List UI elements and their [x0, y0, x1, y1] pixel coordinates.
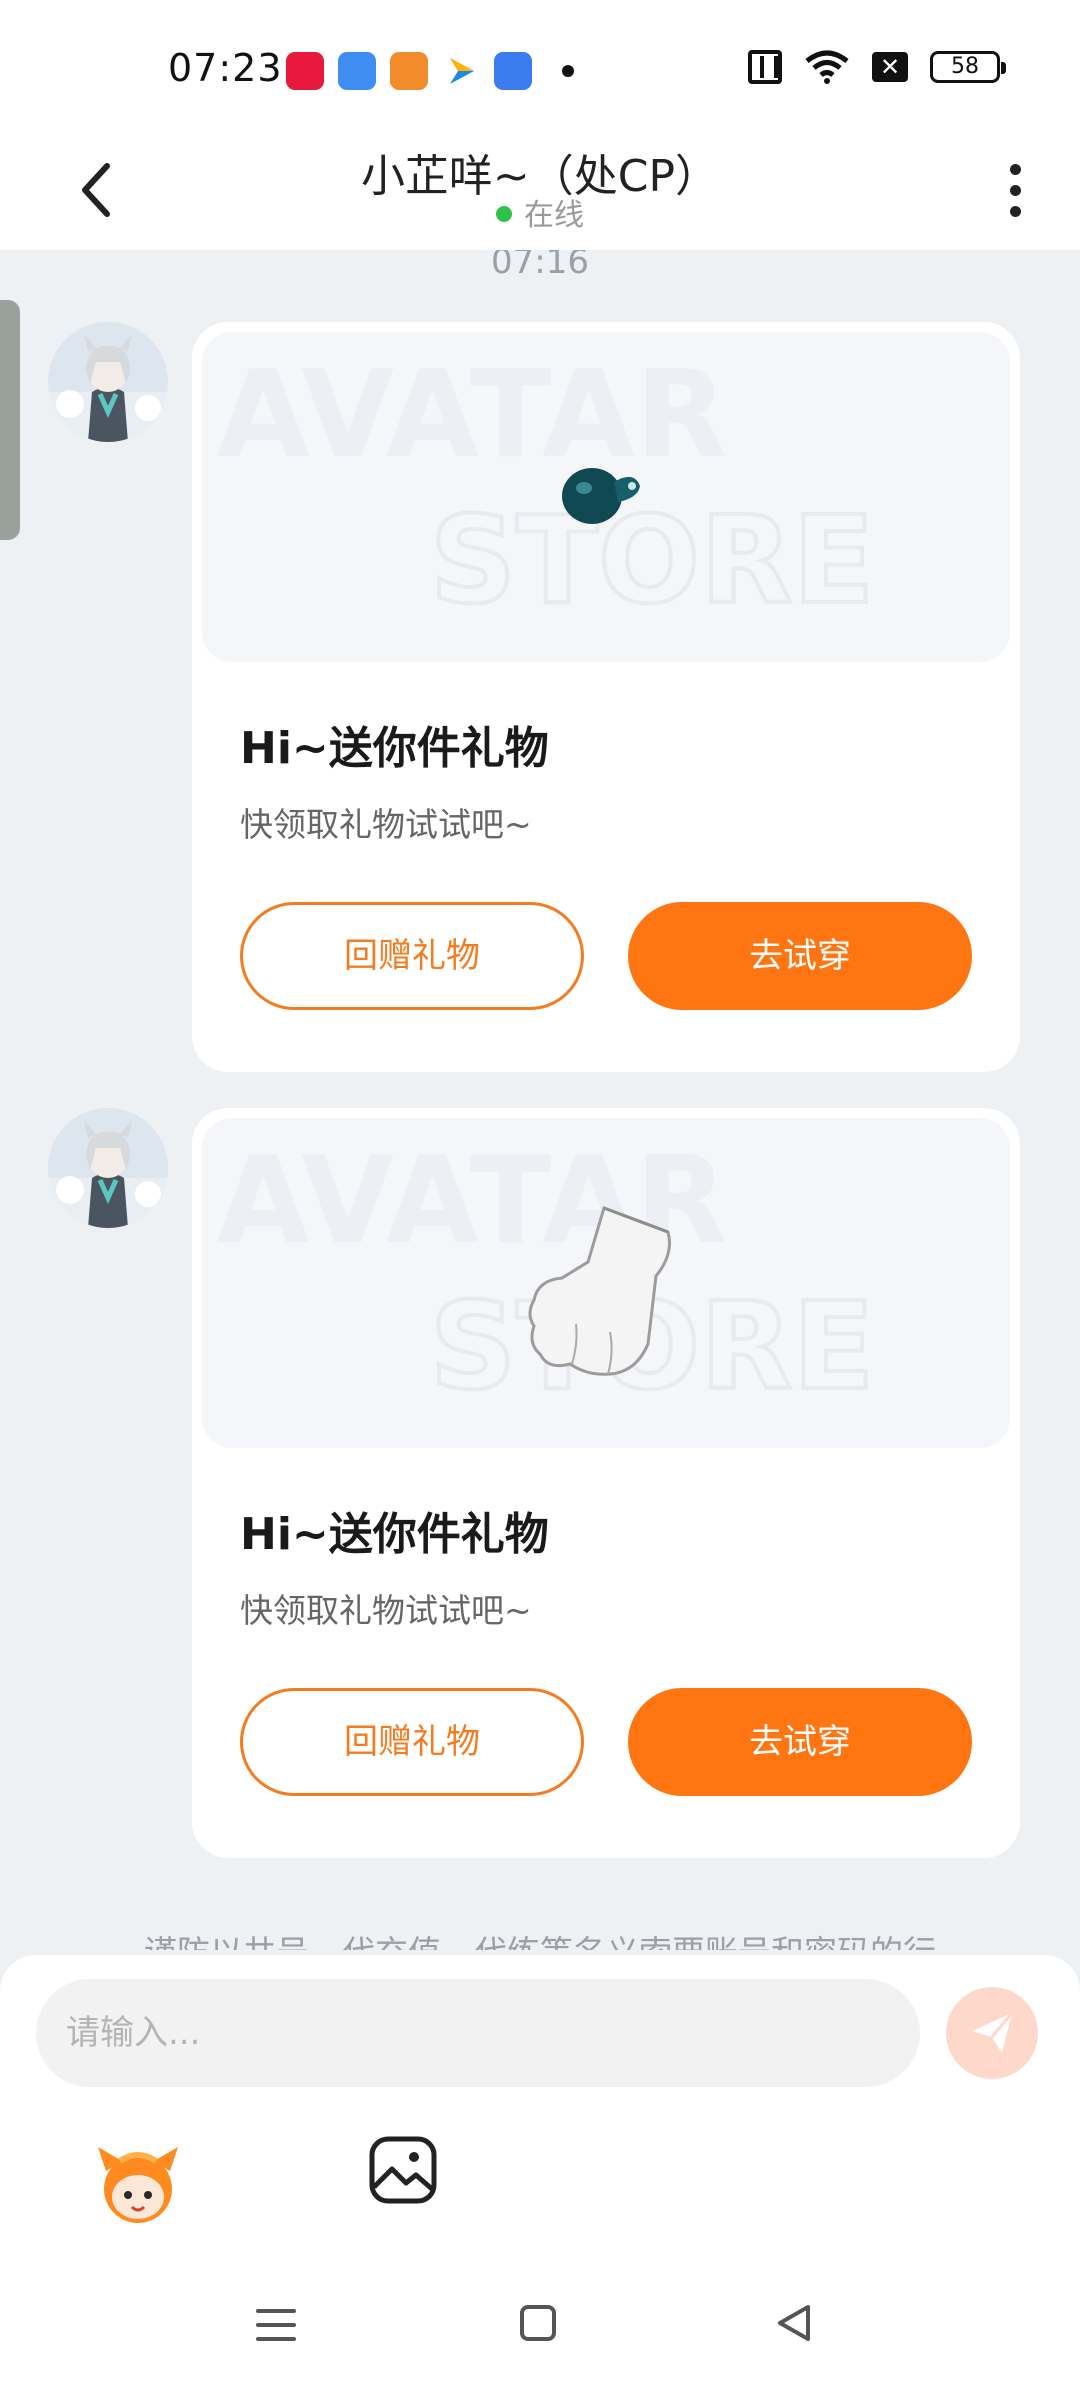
send-button[interactable] [946, 1987, 1038, 2079]
home-icon[interactable] [518, 2303, 558, 2343]
message-list[interactable]: 07:16 AVATAR STORE Hi~送你件礼物 快领取礼物试试吧~ 回赠… [0, 250, 1080, 1950]
image-icon [369, 2136, 437, 2204]
more-notifications-dot [562, 65, 574, 77]
more-dot [1009, 205, 1021, 217]
system-nav-bar [0, 2255, 1080, 2400]
chat-screen: 07:23 ✕ 58 小芷咩~（处CP） 在线 07:16 AVATAR STO… [0, 0, 1080, 2400]
online-status-label: 在线 [524, 198, 584, 233]
try-on-button[interactable]: 去试穿 [628, 1688, 972, 1796]
more-dot [1009, 184, 1021, 196]
svg-text:STORE: STORE [430, 492, 875, 631]
return-gift-button[interactable]: 回赠礼物 [240, 1688, 584, 1796]
more-options-button[interactable] [990, 150, 1040, 230]
message-input[interactable] [36, 1979, 920, 2087]
pacifier-gift-icon [562, 468, 640, 524]
gift-preview-image[interactable]: AVATAR STORE [202, 332, 1010, 662]
emoji-mascot-button[interactable] [90, 2135, 186, 2231]
home-app-icon [390, 52, 428, 90]
status-time: 07:23 [168, 46, 283, 90]
gift-title: Hi~送你件礼物 [240, 723, 549, 774]
gift-title: Hi~送你件礼物 [240, 1509, 549, 1560]
battery-icon: 58 [930, 51, 1006, 83]
gift-message-card: AVATAR STORE Hi~送你件礼物 快领取礼物试试吧~ 回赠礼物 去试穿 [192, 322, 1020, 1072]
status-bar: 07:23 ✕ 58 [0, 0, 1080, 140]
weather-icon [338, 52, 376, 90]
glove-gift-icon [528, 1206, 671, 1376]
avatar-image [48, 322, 168, 442]
avatar[interactable] [48, 322, 168, 442]
chat-header: 小芷咩~（处CP） 在线 [0, 140, 1080, 250]
play-icon [450, 58, 474, 84]
image-picker-button[interactable] [368, 2135, 438, 2205]
mascot-emoji-icon [98, 2147, 178, 2223]
gift-description: 快领取礼物试试吧~ [240, 805, 532, 844]
avatar-image [48, 1108, 168, 1228]
message-timestamp: 07:16 [491, 250, 589, 282]
send-icon [972, 2012, 1014, 2053]
gift-message-card: AVATAR STORE Hi~送你件礼物 快领取礼物试试吧~ 回赠礼物 去试穿 [192, 1108, 1020, 1858]
no-sim-icon: ✕ [872, 52, 908, 82]
gift-description: 快领取礼物试试吧~ [240, 1591, 532, 1630]
avatar[interactable] [48, 1108, 168, 1228]
xiaohongshu-icon [286, 52, 324, 90]
return-gift-button[interactable]: 回赠礼物 [240, 902, 584, 1010]
nfc-icon [748, 50, 782, 84]
try-on-button[interactable]: 去试穿 [628, 902, 972, 1010]
floating-side-handle[interactable] [0, 300, 20, 540]
input-panel [0, 1955, 1080, 2255]
safety-notice: 谨防以共号、代充值、代练等名义索要账号和密码的行 [0, 1926, 1080, 1950]
back-nav-icon[interactable] [772, 2301, 816, 2345]
online-status: 在线 [0, 190, 1080, 234]
system-icons: ✕ 58 [748, 50, 1006, 84]
recent-apps-icon[interactable] [254, 2305, 298, 2345]
more-dot [1009, 163, 1021, 175]
app-icon [494, 52, 532, 90]
notification-icons [286, 52, 574, 90]
wifi-icon [805, 50, 849, 84]
gift-preview-image[interactable]: AVATAR STORE [202, 1118, 1010, 1448]
online-dot-icon [496, 205, 512, 222]
